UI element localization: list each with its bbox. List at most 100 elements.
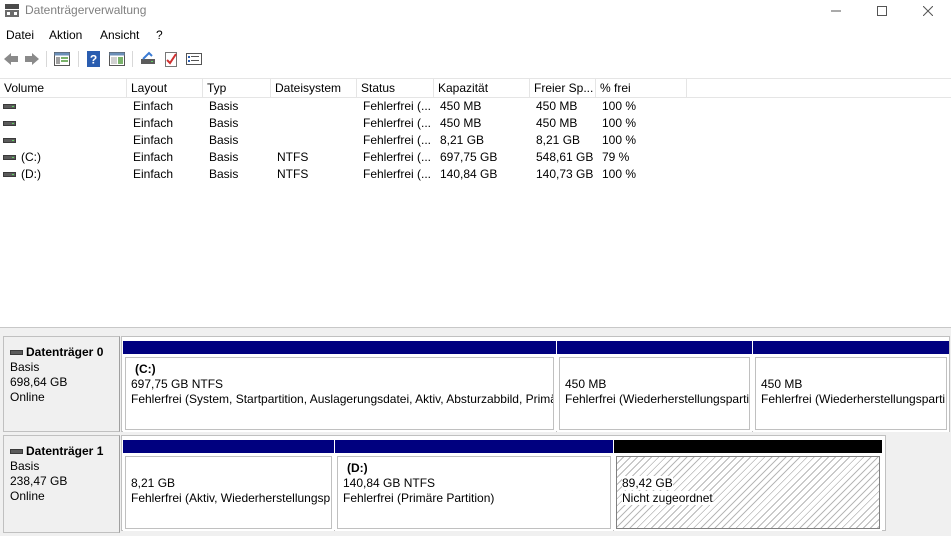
- cell-typ: Basis: [209, 99, 239, 113]
- console-tree-icon[interactable]: [53, 50, 71, 68]
- cell-dateisystem: NTFS: [277, 167, 309, 181]
- close-button[interactable]: [905, 0, 951, 22]
- column-header-layout[interactable]: Layout: [127, 79, 203, 97]
- cell-status: Fehlerfrei (...: [363, 99, 432, 113]
- disk-1-label[interactable]: Datenträger 1 Basis 238,47 GB Online: [3, 435, 120, 533]
- menu-help[interactable]: ?: [156, 28, 163, 42]
- column-header-typ[interactable]: Typ: [203, 79, 271, 97]
- partition-c[interactable]: (C:) 697,75 GB NTFS Fehlerfrei (System, …: [123, 341, 556, 432]
- disk-0-type: Basis: [10, 360, 40, 374]
- properties-icon[interactable]: [185, 50, 203, 68]
- toolbar: ?: [0, 48, 951, 72]
- table-row[interactable]: Einfach Basis Fehlerfrei (... 450 MB 450…: [0, 98, 951, 115]
- menu-datei[interactable]: Datei: [6, 28, 34, 42]
- cell-layout: Einfach: [133, 167, 174, 181]
- partition-size: 450 MB: [565, 377, 607, 391]
- table-row[interactable]: (D:) Einfach Basis NTFS Fehlerfrei (... …: [0, 166, 951, 183]
- window-title: Datenträgerverwaltung: [25, 3, 147, 17]
- disk-icon: [10, 350, 23, 355]
- title-bar: Datenträgerverwaltung: [0, 0, 951, 22]
- partition-bar: [123, 440, 334, 453]
- table-row[interactable]: Einfach Basis Fehlerfrei (... 8,21 GB 8,…: [0, 132, 951, 149]
- close-icon: [923, 6, 933, 16]
- volume-list: Volume Layout Typ Dateisystem Status Kap…: [0, 78, 951, 327]
- cell-prozent-frei: 100 %: [602, 167, 637, 181]
- cell-typ: Basis: [209, 167, 239, 181]
- partition-status: Fehlerfrei (Primäre Partition): [343, 491, 495, 505]
- menu-bar: Datei Aktion Ansicht ?: [0, 26, 951, 44]
- cell-kapazitaet: 8,21 GB: [440, 133, 485, 147]
- cell-kapazitaet: 450 MB: [440, 99, 482, 113]
- cell-status: Fehlerfrei (...: [363, 116, 432, 130]
- partition-size: 8,21 GB: [131, 476, 176, 490]
- disk-1-name: Datenträger 1: [26, 444, 104, 458]
- cell-typ: Basis: [209, 133, 239, 147]
- cell-prozent-frei: 100 %: [602, 116, 637, 130]
- partition-recovery-2-body: 450 MB Fehlerfrei (Wiederherstellungspar…: [755, 357, 947, 430]
- disk-1-title: Datenträger 1: [10, 444, 119, 459]
- cell-status: Fehlerfrei (...: [363, 150, 432, 164]
- partition-c-body: (C:) 697,75 GB NTFS Fehlerfrei (System, …: [125, 357, 554, 430]
- connect-drive-icon[interactable]: [139, 50, 157, 68]
- toolbar-separator: [46, 51, 47, 67]
- column-header-volume[interactable]: Volume: [0, 79, 127, 97]
- table-row[interactable]: (C:) Einfach Basis NTFS Fehlerfrei (... …: [0, 149, 951, 166]
- back-icon[interactable]: [2, 50, 20, 68]
- cell-typ: Basis: [209, 150, 239, 164]
- menu-ansicht[interactable]: Ansicht: [100, 28, 139, 42]
- cell-prozent-frei: 100 %: [602, 99, 637, 113]
- minimize-icon: [831, 10, 841, 12]
- column-header-prozent-frei[interactable]: % frei: [596, 79, 687, 97]
- partition-recovery-2[interactable]: 450 MB Fehlerfrei (Wiederherstellungspar…: [753, 341, 949, 432]
- disk-0-label[interactable]: Datenträger 0 Basis 698,64 GB Online: [3, 336, 120, 432]
- unallocated-size: 89,42 GB: [622, 476, 673, 490]
- column-header-kapazitaet[interactable]: Kapazität: [434, 79, 530, 97]
- column-header-freier-speicher[interactable]: Freier Sp...: [530, 79, 596, 97]
- cell-layout: Einfach: [133, 133, 174, 147]
- partition-size: 140,84 GB NTFS: [343, 476, 436, 490]
- help-icon[interactable]: ?: [85, 50, 103, 68]
- show-pane-icon[interactable]: [108, 50, 126, 68]
- minimize-button[interactable]: [813, 0, 859, 22]
- disk-0-partitions: (C:) 697,75 GB NTFS Fehlerfrei (System, …: [121, 336, 950, 432]
- column-header-dateisystem[interactable]: Dateisystem: [271, 79, 357, 97]
- cell-layout: Einfach: [133, 99, 174, 113]
- cell-volume: (C:): [21, 150, 41, 164]
- toolbar-separator: [78, 51, 79, 67]
- partition-name: (D:): [347, 461, 368, 475]
- unallocated-space[interactable]: 89,42 GB Nicht zugeordnet: [614, 440, 882, 531]
- partition-recovery-1[interactable]: 450 MB Fehlerfrei (Wiederherstellungspar…: [557, 341, 752, 432]
- partition-bar: [335, 440, 613, 453]
- partition-bar: [557, 341, 752, 354]
- toolbar-separator: [132, 51, 133, 67]
- cell-kapazitaet: 450 MB: [440, 116, 482, 130]
- partition-active-recovery[interactable]: 8,21 GB Fehlerfrei (Aktiv, Wiederherstel…: [123, 440, 334, 531]
- cell-status: Fehlerfrei (...: [363, 167, 432, 181]
- unallocated-status: Nicht zugeordnet: [622, 491, 713, 505]
- disk-0-title: Datenträger 0: [10, 345, 119, 360]
- column-header-status[interactable]: Status: [357, 79, 434, 97]
- cell-volume: (D:): [21, 167, 41, 181]
- cell-kapazitaet: 140,84 GB: [440, 167, 498, 181]
- disk-icon: [10, 449, 23, 454]
- volume-list-header: Volume Layout Typ Dateisystem Status Kap…: [0, 79, 951, 98]
- partition-d[interactable]: (D:) 140,84 GB NTFS Fehlerfrei (Primäre …: [335, 440, 613, 531]
- table-row[interactable]: Einfach Basis Fehlerfrei (... 450 MB 450…: [0, 115, 951, 132]
- cell-status: Fehlerfrei (...: [363, 133, 432, 147]
- cell-prozent-frei: 100 %: [602, 133, 637, 147]
- check-icon[interactable]: [162, 50, 180, 68]
- maximize-button[interactable]: [859, 0, 905, 22]
- unallocated-bar: [614, 440, 882, 453]
- partition-size: 697,75 GB NTFS: [131, 377, 224, 391]
- disk-0-name: Datenträger 0: [26, 345, 104, 359]
- menu-aktion[interactable]: Aktion: [49, 28, 82, 42]
- partition-bar: [123, 341, 556, 354]
- forward-icon[interactable]: [23, 50, 41, 68]
- partition-size: 450 MB: [761, 377, 803, 391]
- volume-drive-icon: [3, 155, 16, 160]
- disk-1-type: Basis: [10, 459, 40, 473]
- disk-1-state: Online: [10, 489, 45, 503]
- disk-0-state: Online: [10, 390, 45, 404]
- volume-drive-icon: [3, 104, 16, 109]
- disk-1-size: 238,47 GB: [10, 474, 68, 488]
